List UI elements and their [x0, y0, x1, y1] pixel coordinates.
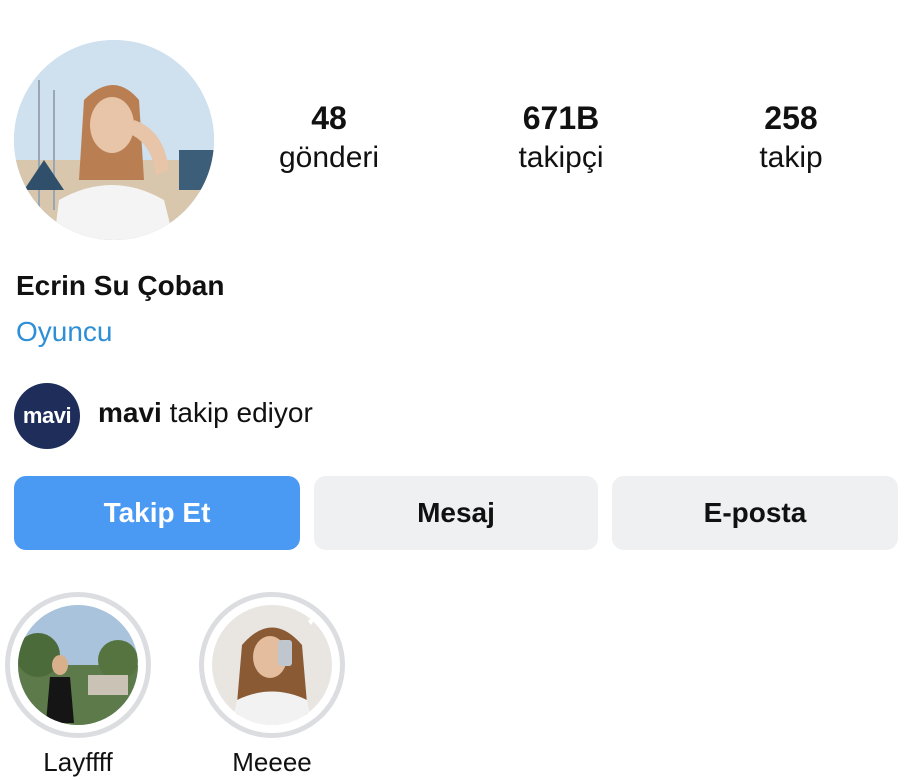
- message-button[interactable]: Mesaj: [314, 476, 598, 550]
- highlight-item[interactable]: Layffff: [3, 592, 153, 778]
- highlight-label: Meeee: [232, 747, 312, 777]
- highlight-thumbnail: [18, 605, 138, 725]
- following-count: 258: [764, 100, 818, 136]
- posts-label: gönderi: [278, 141, 380, 174]
- mutual-follow-text[interactable]: mavi takip ediyor: [98, 397, 313, 429]
- highlight-photo-icon: [212, 605, 332, 725]
- highlight-item[interactable]: Meeee: [197, 592, 347, 778]
- mutual-follow-suffix: takip ediyor: [161, 397, 313, 428]
- email-button[interactable]: E-posta: [612, 476, 898, 550]
- followers-label: takipçi: [518, 141, 604, 174]
- highlight-ring: [199, 592, 345, 738]
- followers-count: 671B: [522, 100, 600, 136]
- highlight-label: Layffff: [43, 747, 113, 777]
- highlight-ring: [5, 592, 151, 738]
- posts-stat[interactable]: 48 gönderi: [244, 98, 414, 178]
- highlight-thumbnail: [212, 605, 332, 725]
- following-stat[interactable]: 258 takip: [706, 98, 876, 178]
- profile-category[interactable]: Oyuncu: [16, 316, 113, 348]
- mavi-logo-icon[interactable]: mavi: [14, 383, 80, 449]
- follow-button[interactable]: Takip Et: [14, 476, 300, 550]
- mutual-account-name: mavi: [98, 397, 162, 428]
- profile-name: Ecrin Su Çoban: [16, 270, 225, 301]
- following-label: takip: [759, 141, 823, 174]
- followers-stat[interactable]: 671B takipçi: [476, 98, 646, 178]
- profile-photo-icon: [14, 40, 214, 240]
- profile-avatar[interactable]: [14, 40, 214, 240]
- highlight-photo-icon: [18, 605, 138, 725]
- posts-count: 48: [311, 100, 347, 136]
